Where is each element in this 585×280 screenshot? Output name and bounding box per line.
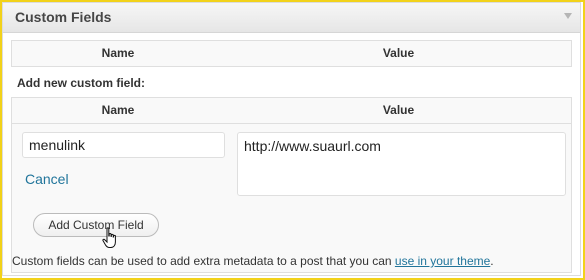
postbox-title: Custom Fields — [15, 9, 112, 25]
footer-text-after: . — [490, 254, 494, 268]
use-in-theme-link[interactable]: use in your theme — [395, 254, 490, 268]
column-header-value: Value — [382, 46, 415, 60]
footer-text-before: Custom fields can be used to add extra m… — [12, 254, 395, 268]
add-new-field-heading: Add new custom field: — [17, 76, 146, 90]
custom-fields-postbox: Custom Fields Name Value Add new custom … — [2, 2, 581, 276]
hand-pointer-icon — [102, 227, 116, 248]
new-column-header-value: Value — [382, 103, 415, 117]
postbox-inside: Name Value Add new custom field: Name Va… — [3, 33, 580, 277]
triangle-down-icon[interactable] — [564, 13, 572, 19]
postbox-header[interactable]: Custom Fields — [3, 3, 580, 33]
new-column-header-name: Name — [101, 103, 135, 117]
existing-fields-table: Name Value — [11, 40, 572, 67]
meta-key-input[interactable] — [22, 132, 225, 158]
meta-value-textarea[interactable]: http://www.suaurl.com — [237, 132, 566, 196]
new-field-table: Name Value Cancel http://www.suaurl.com … — [11, 97, 572, 273]
footer-help-text: Custom fields can be used to add extra m… — [12, 254, 494, 268]
cancel-link[interactable]: Cancel — [25, 171, 69, 187]
add-custom-field-button[interactable]: Add Custom Field — [33, 213, 159, 237]
new-field-table-header: Name Value — [12, 98, 571, 124]
column-header-name: Name — [101, 46, 135, 60]
